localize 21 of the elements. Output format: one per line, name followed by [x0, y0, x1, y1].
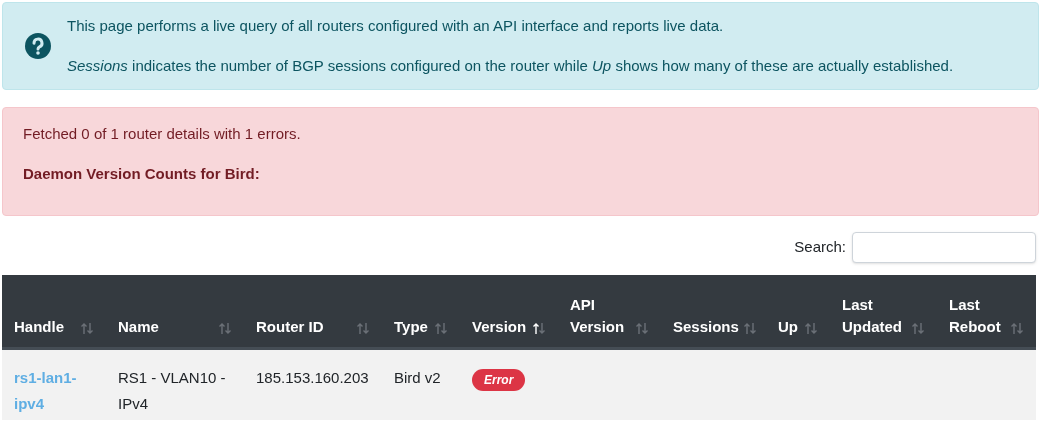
column-header[interactable]: Sessions: [661, 275, 766, 348]
error-message: Fetched 0 of 1 router details with 1 errors.: [23, 124, 302, 144]
column-header[interactable]: Up: [766, 275, 830, 348]
table-cell: RS1 - VLAN10 - IPv4: [118, 368, 226, 412]
column-header[interactable]: Last Updated: [830, 275, 937, 348]
table-cell: Bird v2: [394, 368, 441, 386]
error-badge: Error: [472, 368, 526, 391]
column-header[interactable]: Router ID: [244, 275, 382, 348]
column-header[interactable]: Handle: [2, 275, 106, 348]
column-header[interactable]: API Version: [558, 275, 661, 348]
info-text: Sessions indicates the number of BGP sessions configured on the router while Up shows how many of these are actually established.: [67, 55, 954, 76]
column-header[interactable]: Version: [460, 275, 558, 348]
info-text: This page performs a live query of all routers configured with an API interface and reports live data.: [67, 16, 725, 36]
column-header[interactable]: Type: [382, 275, 460, 348]
column-header[interactable]: Last Reboot: [937, 275, 1036, 348]
error-heading: Daemon Version Counts for Bird:: [23, 163, 261, 184]
search-field[interactable]: [852, 232, 1036, 263]
table-cell: 185.153.160.203: [256, 368, 369, 386]
column-header[interactable]: Name: [106, 275, 244, 348]
help-icon: [25, 33, 51, 59]
search-label: Search:: [794, 237, 846, 258]
